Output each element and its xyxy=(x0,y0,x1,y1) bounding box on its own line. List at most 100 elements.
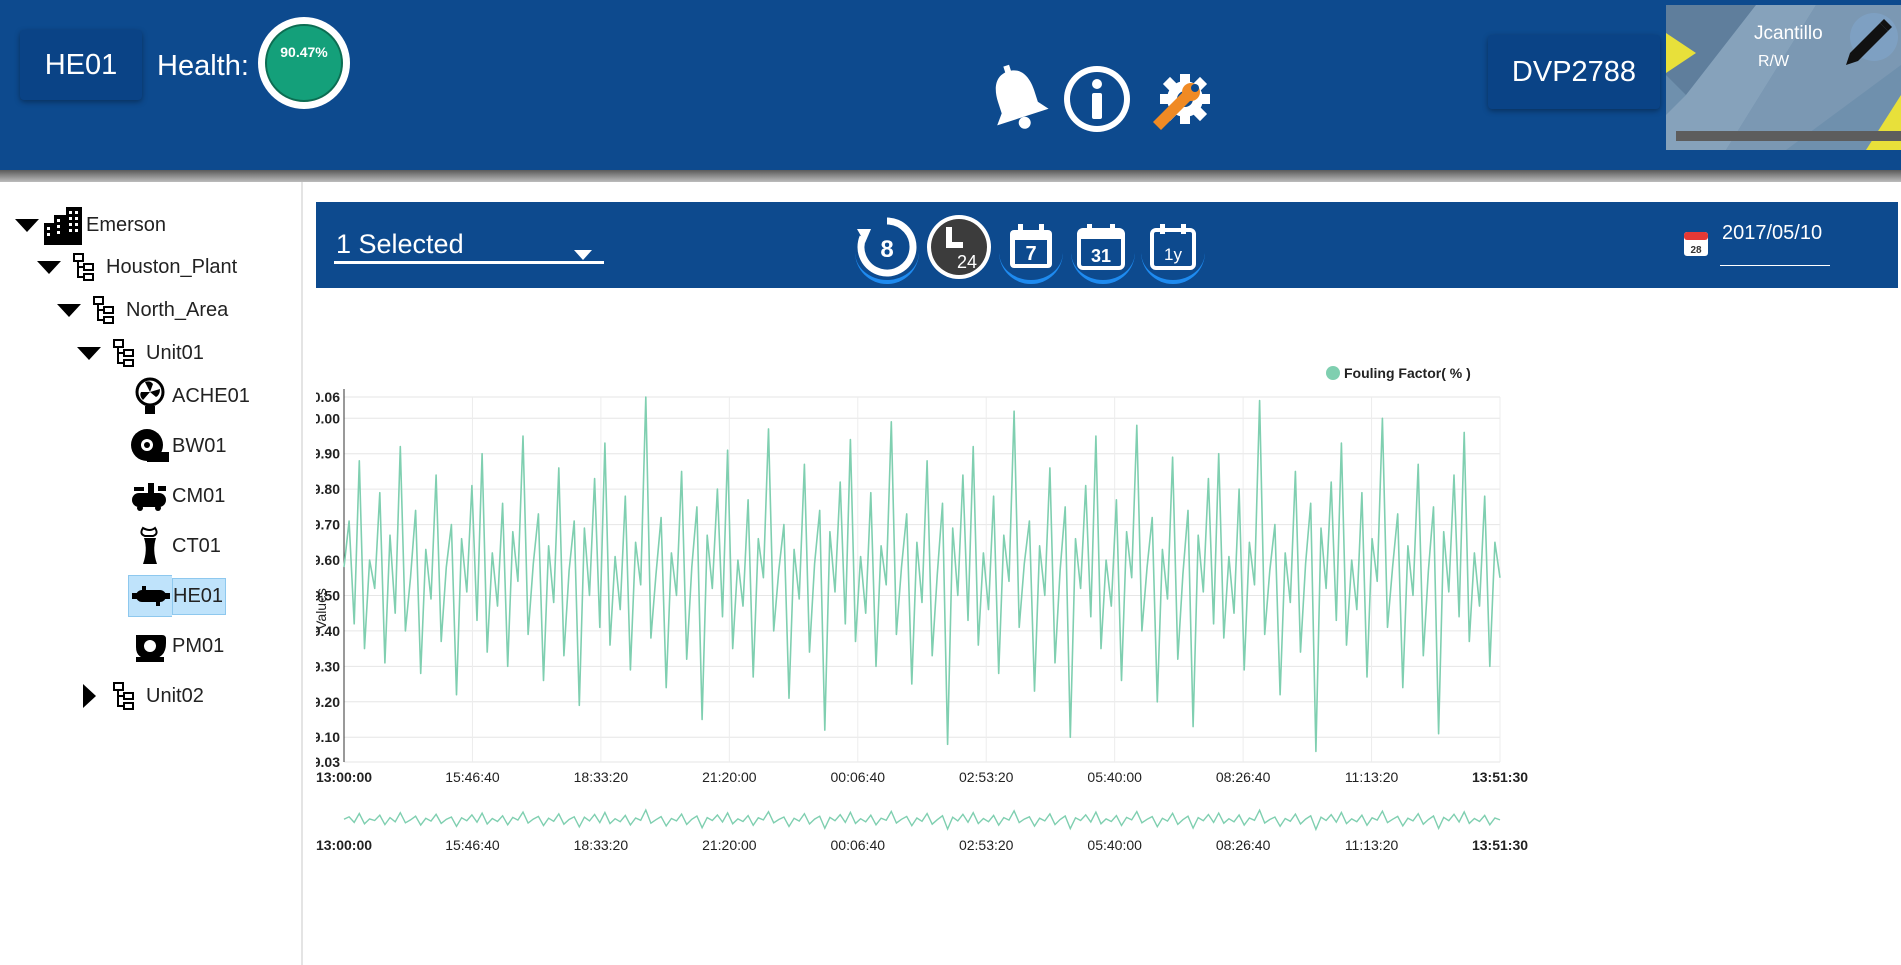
hierarchy-icon xyxy=(102,675,146,717)
range-button-7-days[interactable]: 7 xyxy=(996,212,1066,284)
tree-node-north-area[interactable]: North_Area xyxy=(56,289,228,331)
x-tick-label: 13:51:30 xyxy=(1472,769,1528,785)
health-value: 90.47% xyxy=(265,24,343,102)
tree-node-label: BW01 xyxy=(172,434,227,457)
range-button-24-hours[interactable]: 24 xyxy=(924,212,994,282)
site-code-badge[interactable]: DVP2788 xyxy=(1488,35,1660,109)
tree-node-unit02[interactable]: Unit02 xyxy=(76,675,204,717)
clock-24h-icon: 24 xyxy=(927,215,991,279)
hierarchy-icon xyxy=(82,289,126,331)
x-tick-label: 02:53:20 xyxy=(959,769,1014,785)
app-header: HE01 Health: 90.47% DVP2788 Jcantillo R/… xyxy=(0,0,1901,170)
tree-node-label: CT01 xyxy=(172,534,221,557)
tree-node-label: CM01 xyxy=(172,484,226,507)
pump-icon xyxy=(128,625,172,667)
building-icon xyxy=(40,204,86,246)
svg-text:24: 24 xyxy=(957,252,977,272)
health-label: Health: xyxy=(157,50,249,82)
hierarchy-icon xyxy=(102,332,146,374)
y-axis: 10.0610.009.909.809.709.609.509.409.309.… xyxy=(316,389,345,770)
asset-id-label: HE01 xyxy=(44,48,118,81)
caret-right-icon[interactable] xyxy=(76,675,102,717)
compressor-icon xyxy=(128,475,172,517)
health-gauge: 90.47% xyxy=(258,17,350,109)
edit-pencil-icon[interactable] xyxy=(1838,13,1898,78)
navigator-x-axis: 13:00:00 15:46:40 18:33:20 21:20:00 00:06:40… xyxy=(316,837,1528,853)
tree-node-label: North_Area xyxy=(126,298,229,321)
header-divider xyxy=(0,170,1901,182)
x-tick-label: 00:06:40 xyxy=(831,769,886,785)
tree-node-label: Houston_Plant xyxy=(106,255,238,278)
chevron-down-icon xyxy=(574,236,592,267)
y-tick-label: 9.03 xyxy=(316,754,340,770)
heat-exchanger-icon xyxy=(128,575,172,617)
tree-node-ache01[interactable]: ACHE01 xyxy=(128,375,250,417)
y-tick-label: 9.70 xyxy=(316,517,340,533)
y-tick-label: 9.60 xyxy=(316,552,340,568)
legend-marker xyxy=(1326,366,1340,380)
site-code-label: DVP2788 xyxy=(1511,55,1637,88)
chart-canvas: 10.0610.009.909.809.709.609.509.409.309.… xyxy=(316,365,1528,853)
navigator-x-tick-label: 13:51:30 xyxy=(1472,837,1528,853)
navigator-x-tick-label: 02:53:20 xyxy=(959,837,1014,853)
navigator-x-tick-label: 15:46:40 xyxy=(445,837,500,853)
navigator-x-tick-label: 05:40:00 xyxy=(1087,837,1142,853)
tree-node-ct01[interactable]: CT01 xyxy=(128,525,221,567)
y-tick-label: 10.00 xyxy=(316,410,340,426)
settings-wrench-icon[interactable] xyxy=(1145,62,1220,137)
navigator-series[interactable] xyxy=(343,808,1501,832)
series-fouling-factor[interactable] xyxy=(343,396,1501,753)
fan-icon xyxy=(128,375,172,417)
tree-node-cm01[interactable]: CM01 xyxy=(128,475,225,517)
tree-node-label: Emerson xyxy=(86,213,167,236)
tree-node-unit01[interactable]: Unit01 xyxy=(76,332,204,374)
y-tick-label: 9.10 xyxy=(316,729,340,745)
date-field[interactable]: 2017/05/10 xyxy=(1720,222,1830,266)
navigator-line xyxy=(343,808,1501,832)
hierarchy-icon xyxy=(62,246,106,288)
x-tick-label: 08:26:40 xyxy=(1216,769,1271,785)
navigator-x-tick-label: 08:26:40 xyxy=(1216,837,1271,853)
range-button-1-year[interactable]: 1y xyxy=(1138,212,1208,284)
svg-text:28: 28 xyxy=(1690,245,1702,256)
tree-node-bw01[interactable]: BW01 xyxy=(128,425,226,467)
series-line[interactable] xyxy=(343,396,1501,753)
tree-node-label: PM01 xyxy=(172,634,225,657)
range-button-31-days[interactable]: 31 xyxy=(1068,212,1138,284)
range-button-8-hours[interactable]: 8 xyxy=(852,212,922,284)
tree-node-label: Unit01 xyxy=(146,341,204,364)
alarm-bell-icon[interactable] xyxy=(980,62,1055,137)
navigator-x-tick-label: 00:06:40 xyxy=(831,837,886,853)
caret-down-icon[interactable] xyxy=(76,332,102,374)
y-axis-label: Values xyxy=(316,588,329,630)
caret-down-icon[interactable] xyxy=(36,246,62,288)
tree-node-emerson[interactable]: Emerson xyxy=(14,204,166,246)
calendar-date-icon[interactable]: 28 xyxy=(1682,228,1710,263)
trend-chart: 10.0610.009.909.809.709.609.509.409.309.… xyxy=(316,355,1898,965)
x-tick-label: 21:20:00 xyxy=(702,769,757,785)
x-tick-label: 05:40:00 xyxy=(1087,769,1142,785)
tree-node-label: ACHE01 xyxy=(172,384,250,407)
tree-node-houston-plant[interactable]: Houston_Plant xyxy=(36,246,237,288)
tree-node-label: Unit02 xyxy=(146,684,204,707)
asset-tree: Emerson Houston_Plant North_Area Unit01 … xyxy=(0,182,303,965)
caret-down-icon[interactable] xyxy=(56,289,82,331)
info-icon[interactable] xyxy=(1060,62,1135,137)
caret-down-icon[interactable] xyxy=(14,204,40,246)
x-tick-label: 11:13:20 xyxy=(1345,769,1399,785)
variable-select[interactable]: 1 Selected xyxy=(334,224,604,264)
y-tick-label: 9.80 xyxy=(316,481,340,497)
navigator-x-tick-label: 11:13:20 xyxy=(1345,837,1399,853)
asset-id-badge[interactable]: HE01 xyxy=(20,30,142,100)
blower-icon xyxy=(128,425,172,467)
user-panel[interactable]: Jcantillo R/W xyxy=(1666,5,1901,150)
x-tick-label: 15:46:40 xyxy=(445,769,500,785)
chart-legend[interactable]: Fouling Factor( % ) xyxy=(1326,365,1471,381)
user-role: R/W xyxy=(1758,53,1790,70)
cooling-tower-icon xyxy=(128,525,172,567)
x-tick-label: 18:33:20 xyxy=(574,769,629,785)
chart-navigator[interactable]: 13:00:00 15:46:40 18:33:20 21:20:00 00:06:40… xyxy=(316,808,1528,853)
tree-node-he01[interactable]: HE01 xyxy=(128,575,227,617)
tree-node-pm01[interactable]: PM01 xyxy=(128,625,224,667)
y-tick-label: 9.30 xyxy=(316,658,340,674)
